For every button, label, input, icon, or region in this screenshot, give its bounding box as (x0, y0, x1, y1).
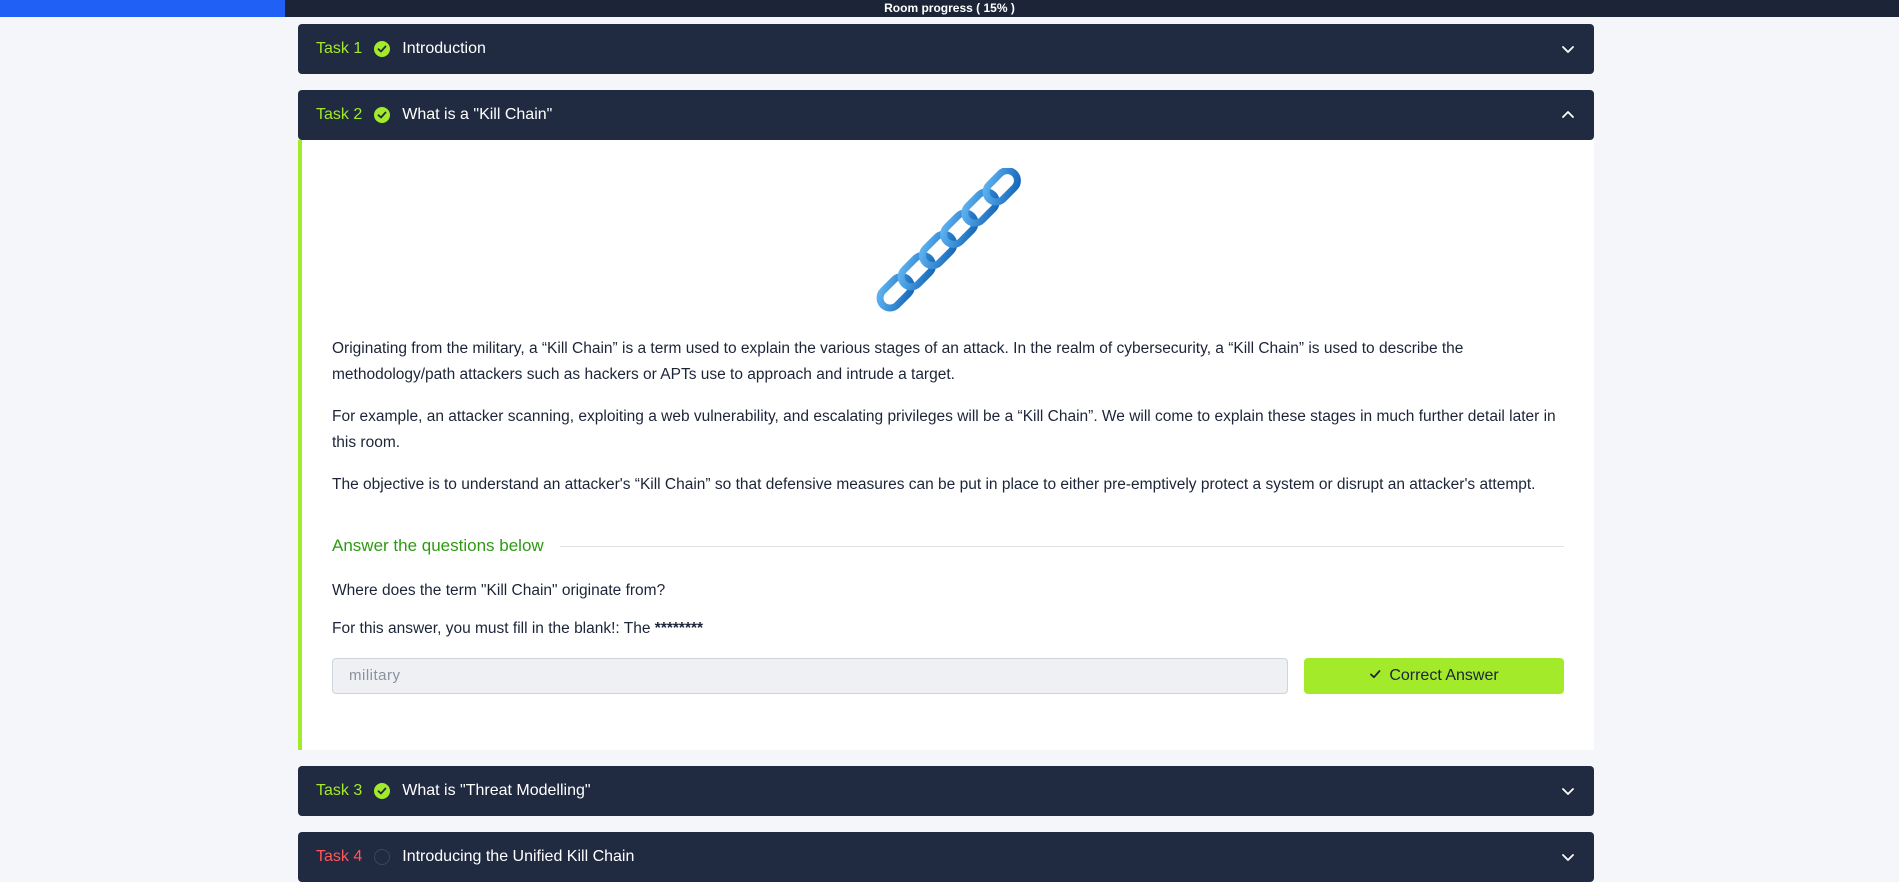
room-progress-bar: Room progress ( 15% ) (0, 0, 1899, 17)
correct-answer-button[interactable]: Correct Answer (1304, 658, 1564, 694)
task-list: Task 1 Introduction Task 2 What is a "Ki… (298, 24, 1594, 882)
check-icon (1369, 667, 1381, 685)
progress-label: Room progress ( 15% ) (884, 1, 1015, 15)
chevron-down-icon[interactable] (1560, 41, 1576, 57)
task-number: Task 3 (316, 782, 363, 799)
task-number: Task 1 (316, 40, 363, 57)
empty-circle-icon (374, 849, 391, 865)
paragraph: Originating from the military, a “Kill C… (332, 340, 1464, 383)
chevron-down-icon[interactable] (1560, 783, 1576, 799)
questions-section-header: Answer the questions below (332, 536, 1564, 556)
task-4-header[interactable]: Task 4 Introducing the Unified Kill Chai… (298, 832, 1594, 882)
check-circle-icon (374, 107, 391, 123)
task-2-header[interactable]: Task 2 What is a "Kill Chain" (298, 90, 1594, 140)
task-1-header[interactable]: Task 1 Introduction (298, 24, 1594, 74)
task-title: Introducing the Unified Kill Chain (402, 848, 635, 865)
paragraph: For example, an attacker scanning, explo… (332, 408, 1556, 451)
task-2-content: Originating from the military, a “Kill C… (298, 140, 1594, 750)
task-3-header[interactable]: Task 3 What is "Threat Modelling" (298, 766, 1594, 816)
answer-field[interactable]: military (332, 658, 1288, 694)
check-circle-icon (374, 41, 391, 57)
chevron-up-icon[interactable] (1560, 107, 1576, 123)
task-number: Task 4 (316, 848, 363, 865)
answer-hint: For this answer, you must fill in the bl… (332, 620, 1564, 638)
hint-mask: ******** (654, 620, 704, 637)
task-title: Introduction (402, 40, 486, 57)
correct-answer-label: Correct Answer (1389, 667, 1499, 684)
divider (559, 545, 1564, 547)
paragraph: The objective is to understand an attack… (332, 476, 1536, 493)
check-circle-icon (374, 783, 391, 799)
question-text: Where does the term "Kill Chain" origina… (332, 582, 666, 599)
task-title: What is a "Kill Chain" (402, 106, 553, 123)
task-number: Task 2 (316, 106, 363, 123)
questions-heading: Answer the questions below (332, 536, 544, 555)
answer-row: military Correct Answer (332, 658, 1564, 694)
hint-prefix: For this answer, you must fill in the bl… (332, 620, 655, 637)
chevron-down-icon[interactable] (1560, 849, 1576, 865)
task-title: What is "Threat Modelling" (402, 782, 591, 799)
chain-link-icon (332, 168, 1564, 312)
